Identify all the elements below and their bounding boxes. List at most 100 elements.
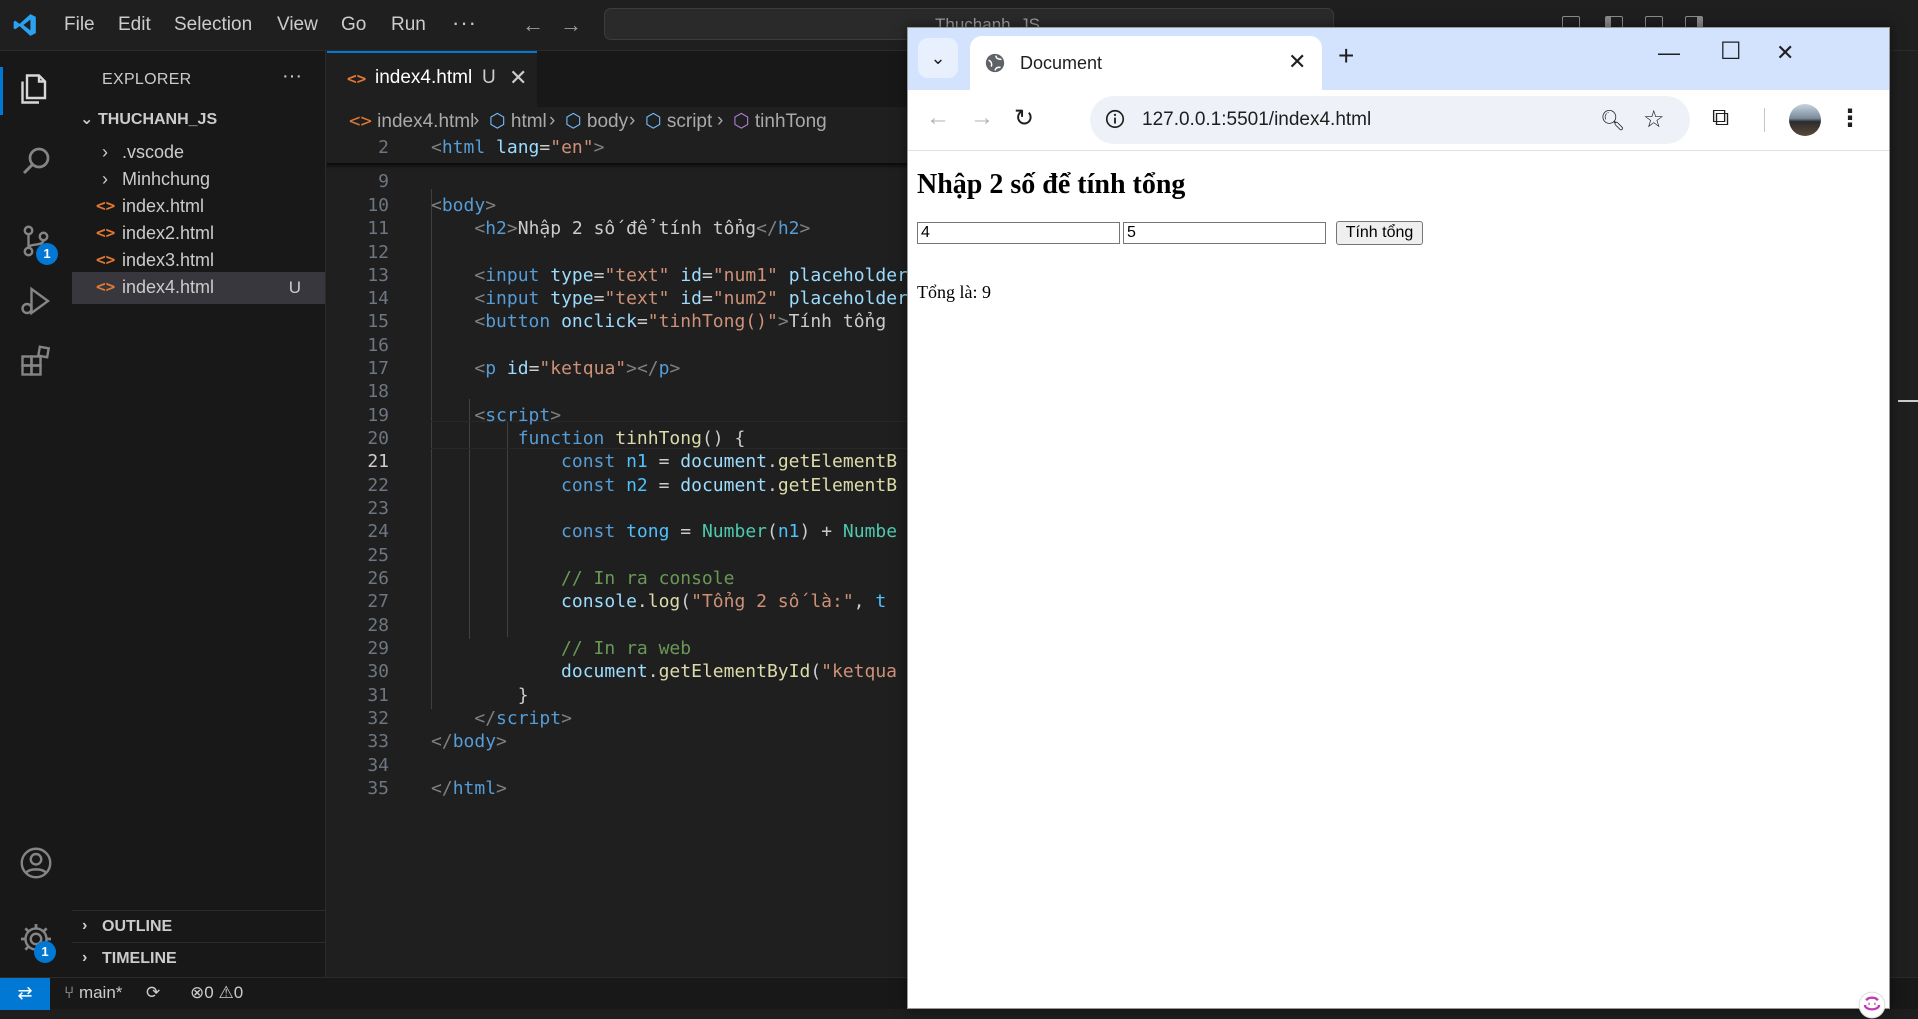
- zoom-icon[interactable]: 🔍︎: [1600, 108, 1625, 133]
- editor-tab-index4[interactable]: <> index4.html U ✕: [327, 51, 537, 107]
- menu-selection[interactable]: Selection: [174, 14, 252, 36]
- menu-more-icon[interactable]: ···: [452, 10, 477, 36]
- html-file-icon: <>: [96, 196, 116, 215]
- minimize-icon[interactable]: —: [1658, 40, 1680, 66]
- timeline-section[interactable]: › TIMELINE: [72, 942, 325, 975]
- outline-section[interactable]: › OUTLINE: [72, 910, 325, 943]
- close-icon[interactable]: ✕: [509, 65, 527, 91]
- editor-area: <> index4.html U ✕ <> index4.html › ⬡ ht…: [327, 51, 908, 977]
- source-control-icon[interactable]: 1: [18, 223, 58, 265]
- browser-window: ⌄ Document ✕ + — ☐ ✕ ← → ↻ 127.0.0.1:550…: [907, 27, 1890, 1019]
- accounts-icon[interactable]: [18, 845, 54, 881]
- problems-status[interactable]: ⊗0 ⚠0: [190, 983, 243, 1003]
- menu-file[interactable]: File: [64, 14, 95, 36]
- menu-run[interactable]: Run: [391, 14, 426, 36]
- code-text: document.getElementById("ketqua: [561, 661, 898, 682]
- number2-input[interactable]: [1123, 222, 1326, 244]
- bookmark-star-icon[interactable]: ☆: [1643, 105, 1665, 134]
- editor-scrollbar[interactable]: [1890, 51, 1918, 977]
- back-icon[interactable]: ←: [926, 104, 950, 132]
- vscode-logo-icon: [13, 14, 36, 36]
- menu-go[interactable]: Go: [341, 14, 366, 36]
- workspace-folder[interactable]: ⌄ THUCHANH_JS: [80, 109, 217, 129]
- more-menu-icon[interactable]: ⋮: [1838, 104, 1862, 133]
- breadcrumb-file[interactable]: <> index4.html: [349, 110, 474, 133]
- code-editor[interactable]: 2 <html lang="en"> 9 10 <body> 11 <h2>Nhập…: [327, 137, 908, 977]
- reload-icon[interactable]: ↻: [1014, 104, 1034, 133]
- code-text: <html lang="en">: [431, 137, 605, 158]
- address-bar[interactable]: 127.0.0.1:5501/index4.html 🔍︎ ☆: [1090, 96, 1690, 144]
- line-number: 24: [367, 521, 389, 542]
- branch-status[interactable]: ⑂ main*: [64, 983, 122, 1003]
- code-line: 2 <html lang="en">: [327, 137, 907, 165]
- breadcrumb-tinhtong[interactable]: ⬡ tinhTong: [733, 110, 827, 133]
- line-number: 25: [367, 545, 389, 566]
- menu-edit[interactable]: Edit: [118, 14, 151, 36]
- browser-tab-strip: ⌄ Document ✕ + — ☐ ✕: [908, 28, 1889, 90]
- chevron-right-icon: ›: [82, 949, 88, 966]
- html-file-icon: <>: [96, 277, 116, 296]
- line-number: 32: [367, 708, 389, 729]
- sum-button[interactable]: Tính tổng: [1336, 221, 1423, 245]
- back-arrow-icon[interactable]: ←: [522, 12, 544, 38]
- run-debug-icon[interactable]: [18, 283, 54, 319]
- source-control-badge: 1: [36, 243, 58, 265]
- result-text: Tổng là: 9: [917, 282, 991, 302]
- line-number: 21: [367, 451, 389, 472]
- chevron-right-icon: ›: [102, 142, 108, 162]
- search-icon[interactable]: [18, 143, 54, 179]
- line-number: 33: [367, 731, 389, 752]
- chevron-right-icon: ›: [549, 110, 556, 131]
- breadcrumb-html[interactable]: ⬡ html: [489, 110, 547, 133]
- profile-avatar[interactable]: [1789, 104, 1821, 136]
- warning-icon: ⚠: [218, 983, 234, 1002]
- close-tab-icon[interactable]: ✕: [1288, 49, 1306, 75]
- remote-indicator-icon[interactable]: ⇄: [0, 978, 50, 1010]
- window-close-icon[interactable]: ✕: [1776, 40, 1794, 66]
- new-tab-icon[interactable]: +: [1338, 40, 1354, 72]
- explorer-icon[interactable]: [18, 71, 54, 107]
- tab-search-chevron-icon[interactable]: ⌄: [918, 38, 958, 78]
- explorer-more-icon[interactable]: ···: [282, 65, 302, 88]
- settings-badge: 1: [34, 941, 56, 963]
- chevron-right-icon: ›: [473, 110, 480, 131]
- line-number: 9: [378, 171, 389, 192]
- code-text: // In ra web: [561, 638, 692, 659]
- tree-item-label: .vscode: [122, 142, 185, 162]
- tree-item-label: index3.html: [122, 250, 215, 270]
- activity-bar: 1 1: [0, 51, 72, 977]
- breadcrumb-label: html: [510, 111, 547, 132]
- menu-view[interactable]: View: [277, 14, 318, 36]
- manage-gear-icon[interactable]: 1: [18, 921, 56, 963]
- breadcrumb-script[interactable]: ⬡ script: [645, 110, 712, 133]
- tree-item-label: index.html: [122, 196, 205, 216]
- line-number: 15: [367, 311, 389, 332]
- copilot-icon[interactable]: [1858, 991, 1886, 1019]
- breadcrumb-label: tinhTong: [754, 111, 827, 132]
- extensions-icon[interactable]: [18, 343, 54, 379]
- element-icon: ⬡: [645, 110, 662, 132]
- code-text: // In ra console: [561, 568, 735, 589]
- tab-label: index4.html: [375, 67, 473, 88]
- breadcrumb-body[interactable]: ⬡ body: [565, 110, 628, 133]
- line-number: 14: [367, 288, 389, 309]
- function-icon: ⬡: [733, 110, 750, 132]
- code-text: </script>: [474, 708, 572, 729]
- tree-item-index4[interactable]: <> index4.html U: [72, 272, 325, 304]
- explorer-sidebar: EXPLORER ··· ⌄ THUCHANH_JS › .vscode › Mi…: [72, 51, 326, 977]
- explorer-title: EXPLORER: [102, 71, 192, 88]
- code-text: }: [517, 685, 529, 706]
- number1-input[interactable]: [917, 222, 1120, 244]
- html-file-icon: <>: [349, 110, 372, 132]
- forward-icon[interactable]: →: [970, 104, 994, 132]
- workspace-folder-label: THUCHANH_JS: [98, 111, 218, 128]
- site-info-icon[interactable]: [1104, 108, 1126, 130]
- page-viewport: Nhập 2 số để tính tổng Tính tổng Tổng là…: [908, 151, 1889, 1019]
- forward-arrow-icon[interactable]: →: [560, 12, 582, 38]
- maximize-icon[interactable]: ☐: [1720, 37, 1742, 66]
- browser-tab-document[interactable]: Document ✕: [970, 36, 1322, 90]
- extensions-puzzle-icon[interactable]: ⧉: [1712, 104, 1729, 132]
- sync-icon[interactable]: ⟳: [146, 983, 160, 1003]
- tree-item-label: Minhchung: [122, 169, 211, 189]
- tree-item-label: index4.html: [122, 277, 215, 297]
